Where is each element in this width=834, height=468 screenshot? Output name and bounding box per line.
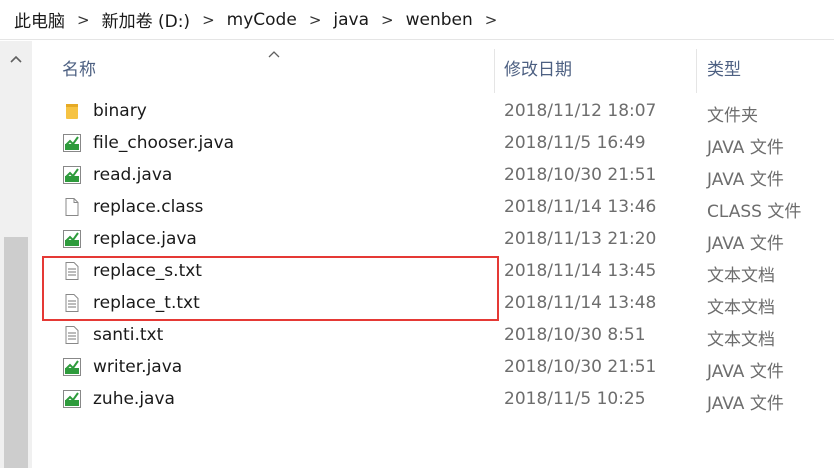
file-name: replace.java (93, 229, 197, 249)
file-date: 2018/10/30 8:51 (504, 325, 646, 345)
file-date: 2018/11/14 13:45 (504, 261, 657, 281)
file-date: 2018/11/5 10:25 (504, 389, 646, 409)
file-type: JAVA 文件 (707, 170, 784, 190)
file-row-writer-java[interactable]: writer.java 2018/10/30 21:51 JAVA 文件 (32, 351, 834, 383)
file-date: 2018/11/14 13:48 (504, 293, 657, 313)
file-name: writer.java (93, 357, 183, 377)
file-row-zuhe-java[interactable]: zuhe.java 2018/11/5 10:25 JAVA 文件 (32, 383, 834, 415)
folder-icon (62, 101, 82, 121)
file-type: 文本文档 (707, 266, 775, 286)
file-date: 2018/11/5 16:49 (504, 133, 646, 153)
file-row-binary[interactable]: binary 2018/11/12 18:07 文件夹 (32, 95, 834, 127)
java-file-icon (62, 389, 82, 409)
java-file-icon (62, 357, 82, 377)
chevron-right-icon[interactable]: > (202, 11, 215, 29)
file-date: 2018/11/12 18:07 (504, 101, 657, 121)
chevron-right-icon[interactable]: > (77, 11, 90, 29)
file-name: file_chooser.java (93, 133, 235, 153)
breadcrumb-java[interactable]: java (331, 10, 371, 30)
column-divider[interactable] (696, 49, 697, 93)
file-date: 2018/10/30 21:51 (504, 357, 657, 377)
file-list: binary 2018/11/12 18:07 文件夹 file_chooser… (32, 95, 834, 415)
file-row-read-java[interactable]: read.java 2018/10/30 21:51 JAVA 文件 (32, 159, 834, 191)
blank-file-icon (62, 197, 82, 217)
file-row-file-chooser-java[interactable]: file_chooser.java 2018/11/5 16:49 JAVA 文… (32, 127, 834, 159)
file-name: zuhe.java (93, 389, 175, 409)
file-type: 文本文档 (707, 330, 775, 350)
breadcrumb-this-pc[interactable]: 此电脑 (12, 7, 67, 32)
file-name: binary (93, 101, 147, 121)
file-row-replace-java[interactable]: replace.java 2018/11/13 21:20 JAVA 文件 (32, 223, 834, 255)
chevron-right-icon[interactable]: > (381, 11, 394, 29)
column-header-date[interactable]: 修改日期 (504, 41, 694, 93)
column-header-type[interactable]: 类型 (707, 41, 827, 93)
file-date: 2018/11/14 13:46 (504, 197, 657, 217)
file-type: JAVA 文件 (707, 362, 784, 382)
column-divider[interactable] (494, 49, 495, 93)
java-file-icon (62, 165, 82, 185)
file-name: read.java (93, 165, 173, 185)
scrollbar-thumb[interactable] (4, 237, 28, 468)
breadcrumb-drive-d[interactable]: 新加卷 (D:) (100, 7, 193, 32)
breadcrumb: 此电脑 > 新加卷 (D:) > myCode > java > wenben … (0, 0, 834, 40)
file-date: 2018/10/30 21:51 (504, 165, 657, 185)
text-file-icon (62, 325, 82, 345)
file-type: 文件夹 (707, 106, 758, 126)
file-name: replace.class (93, 197, 204, 217)
file-row-santi-txt[interactable]: santi.txt 2018/10/30 8:51 文本文档 (32, 319, 834, 351)
chevron-right-icon[interactable]: > (309, 11, 322, 29)
chevron-right-icon[interactable]: > (485, 11, 498, 29)
file-type: CLASS 文件 (707, 202, 802, 222)
highlight-box (42, 256, 499, 321)
column-header-row: 名称 修改日期 类型 (32, 41, 834, 97)
file-type: JAVA 文件 (707, 138, 784, 158)
file-type: 文本文档 (707, 298, 775, 318)
column-header-name[interactable]: 名称 (62, 41, 494, 93)
file-row-replace-class[interactable]: replace.class 2018/11/14 13:46 CLASS 文件 (32, 191, 834, 223)
breadcrumb-wenben[interactable]: wenben (404, 10, 475, 30)
scroll-up-arrow-icon[interactable] (0, 49, 32, 69)
vertical-scrollbar[interactable] (0, 41, 32, 468)
file-date: 2018/11/13 21:20 (504, 229, 657, 249)
file-type: JAVA 文件 (707, 234, 784, 254)
file-type: JAVA 文件 (707, 394, 784, 414)
file-name: santi.txt (93, 325, 164, 345)
breadcrumb-mycode[interactable]: myCode (225, 10, 299, 30)
java-file-icon (62, 133, 82, 153)
java-file-icon (62, 229, 82, 249)
